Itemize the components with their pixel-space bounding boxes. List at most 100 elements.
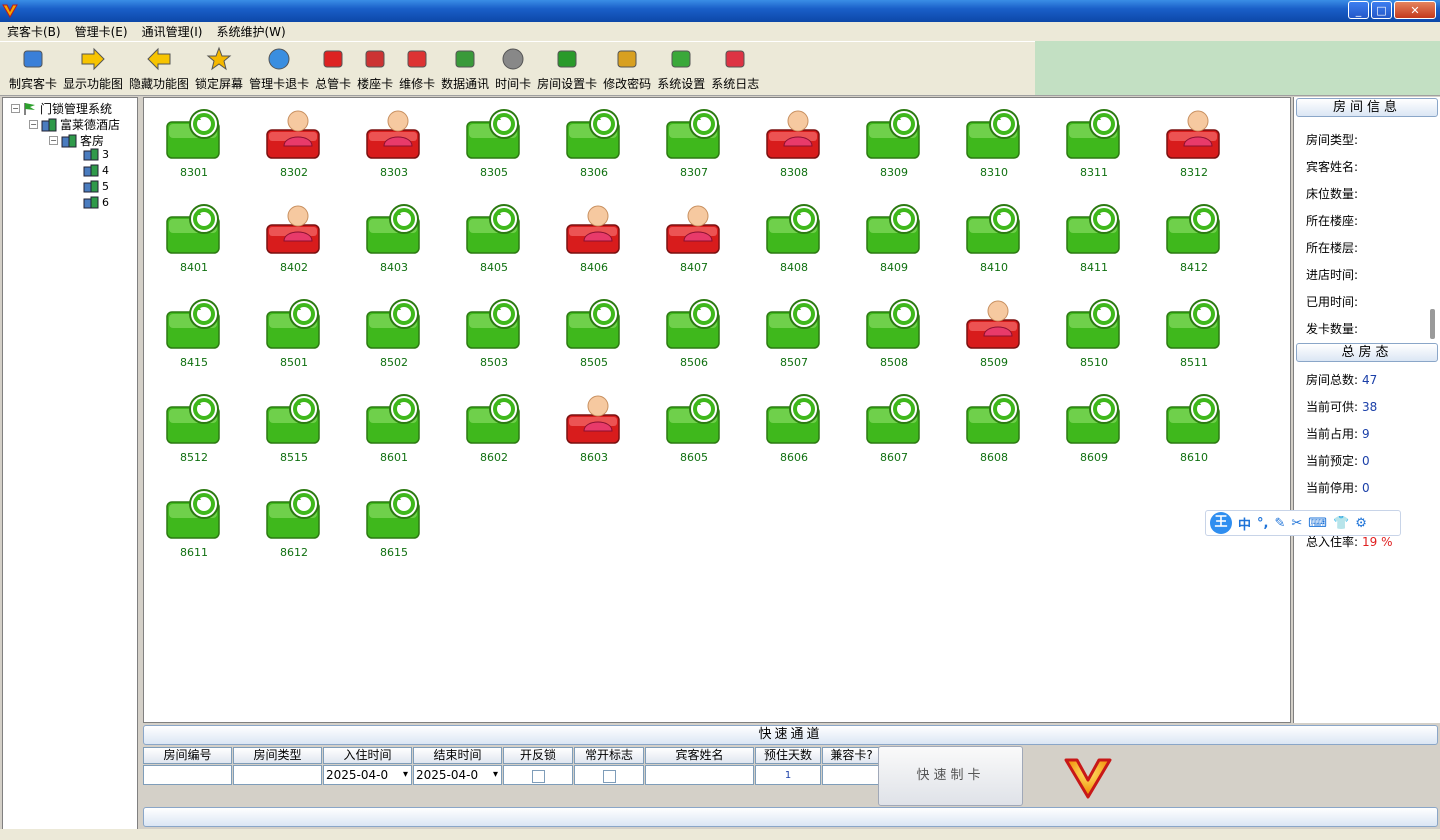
room-8515[interactable]: 8515 <box>244 389 344 469</box>
scissors-icon[interactable]: ✂ <box>1291 516 1302 531</box>
room-8511[interactable]: 8511 <box>1144 294 1244 374</box>
room-8407[interactable]: 8407 <box>644 199 744 279</box>
room-8601[interactable]: 8601 <box>344 389 444 469</box>
menu-management-card[interactable]: 管理卡(E) <box>68 23 135 40</box>
room-8610[interactable]: 8610 <box>1144 389 1244 469</box>
toolbar-button-3[interactable]: 锁定屏幕 <box>192 46 246 95</box>
room-8501[interactable]: 8501 <box>244 294 344 374</box>
collapse-icon[interactable]: − <box>29 120 38 129</box>
toolbar-button-0[interactable]: 制宾客卡 <box>6 46 60 95</box>
toolbar-button-7[interactable]: 维修卡 <box>396 46 438 95</box>
room-8509[interactable]: 8509 <box>944 294 1044 374</box>
pen-icon[interactable]: ✎ <box>1274 516 1285 531</box>
room-8412[interactable]: 8412 <box>1144 199 1244 279</box>
room-8605[interactable]: 8605 <box>644 389 744 469</box>
settings-gear-icon[interactable]: ⚙ <box>1355 516 1367 531</box>
stay-days-field[interactable]: 1 <box>755 765 821 785</box>
tree-floor-4[interactable]: 4 <box>83 164 109 177</box>
tree-hotel[interactable]: − 富莱德酒店 <box>29 116 120 133</box>
guest-name-field[interactable] <box>645 765 754 785</box>
room-8502[interactable]: 8502 <box>344 294 444 374</box>
room-8406[interactable]: 8406 <box>544 199 644 279</box>
room-8312[interactable]: 8312 <box>1144 104 1244 184</box>
room-8503[interactable]: 8503 <box>444 294 544 374</box>
ime-toolbar[interactable]: 王 中 °, ✎ ✂ ⌨ 👕 ⚙ <box>1205 510 1401 536</box>
room-8301[interactable]: 8301 <box>144 104 244 184</box>
skin-icon[interactable]: 👕 <box>1333 516 1349 531</box>
toolbar-button-13[interactable]: 系统日志 <box>708 46 762 95</box>
menu-guest-card[interactable]: 宾客卡(B) <box>0 23 68 40</box>
deadbolt-checkbox[interactable] <box>531 770 545 783</box>
punctuation-icon[interactable]: °, <box>1257 516 1268 531</box>
room-8512[interactable]: 8512 <box>144 389 244 469</box>
room-8615[interactable]: 8615 <box>344 484 444 564</box>
toolbar-button-4[interactable]: 管理卡退卡 <box>246 46 312 95</box>
room-8603[interactable]: 8603 <box>544 389 644 469</box>
room-8602[interactable]: 8602 <box>444 389 544 469</box>
close-button[interactable]: ✕ <box>1394 1 1436 19</box>
toolbar-button-10[interactable]: 房间设置卡 <box>534 46 600 95</box>
room-8411[interactable]: 8411 <box>1044 199 1144 279</box>
room-8309[interactable]: 8309 <box>844 104 944 184</box>
room-8608[interactable]: 8608 <box>944 389 1044 469</box>
tree-floor-3[interactable]: 3 <box>83 148 109 161</box>
room-8305[interactable]: 8305 <box>444 104 544 184</box>
room-8409[interactable]: 8409 <box>844 199 944 279</box>
deadbolt-cell[interactable] <box>503 765 573 785</box>
room-8405[interactable]: 8405 <box>444 199 544 279</box>
keyboard-icon[interactable]: ⌨ <box>1308 516 1327 531</box>
room-number-field[interactable] <box>143 765 232 785</box>
room-8410[interactable]: 8410 <box>944 199 1044 279</box>
toolbar-button-1[interactable]: 显示功能图 <box>60 46 126 95</box>
panel-scrollbar[interactable] <box>1430 309 1435 339</box>
toolbar-button-5[interactable]: 总管卡 <box>312 46 354 95</box>
room-8401[interactable]: 8401 <box>144 199 244 279</box>
room-8307[interactable]: 8307 <box>644 104 744 184</box>
room-8308[interactable]: 8308 <box>744 104 844 184</box>
room-8402[interactable]: 8402 <box>244 199 344 279</box>
tree-floor-5[interactable]: 5 <box>83 180 109 193</box>
menu-system-maintenance[interactable]: 系统维护(W) <box>209 23 292 40</box>
toolbar-button-12[interactable]: 系统设置 <box>654 46 708 95</box>
ime-mode-toggle[interactable]: 中 <box>1238 514 1251 533</box>
room-8408[interactable]: 8408 <box>744 199 844 279</box>
tree-floor-6[interactable]: 6 <box>83 196 109 209</box>
always-open-cell[interactable] <box>574 765 644 785</box>
room-8609[interactable]: 8609 <box>1044 389 1144 469</box>
checkout-date-picker[interactable]: 2025-04-0 <box>413 765 502 785</box>
room-8506[interactable]: 8506 <box>644 294 744 374</box>
room-type-field[interactable] <box>233 765 322 785</box>
room-8403[interactable]: 8403 <box>344 199 444 279</box>
collapse-icon[interactable]: − <box>11 104 20 113</box>
toolbar-button-8[interactable]: 数据通讯 <box>438 46 492 95</box>
tree-category[interactable]: − 客房 <box>49 132 104 149</box>
collapse-icon[interactable]: − <box>49 136 58 145</box>
room-8607[interactable]: 8607 <box>844 389 944 469</box>
quick-make-card-button[interactable]: 快速制卡 <box>878 746 1023 806</box>
compatible-card-field[interactable] <box>822 765 881 785</box>
room-8306[interactable]: 8306 <box>544 104 644 184</box>
toolbar-button-6[interactable]: 楼座卡 <box>354 46 396 95</box>
ime-logo[interactable]: 王 <box>1210 512 1232 534</box>
room-8505[interactable]: 8505 <box>544 294 644 374</box>
minimize-button[interactable]: _ <box>1348 1 1369 19</box>
room-8310[interactable]: 8310 <box>944 104 1044 184</box>
menu-communication[interactable]: 通讯管理(I) <box>135 23 210 40</box>
room-8612[interactable]: 8612 <box>244 484 344 564</box>
toolbar-button-11[interactable]: 修改密码 <box>600 46 654 95</box>
room-8311[interactable]: 8311 <box>1044 104 1144 184</box>
room-8611[interactable]: 8611 <box>144 484 244 564</box>
tree-root[interactable]: − 门锁管理系统 <box>11 100 112 117</box>
checkin-date-picker[interactable]: 2025-04-0 <box>323 765 412 785</box>
room-8606[interactable]: 8606 <box>744 389 844 469</box>
room-8508[interactable]: 8508 <box>844 294 944 374</box>
room-8302[interactable]: 8302 <box>244 104 344 184</box>
room-8303[interactable]: 8303 <box>344 104 444 184</box>
room-8507[interactable]: 8507 <box>744 294 844 374</box>
toolbar-button-2[interactable]: 隐藏功能图 <box>126 46 192 95</box>
toolbar-button-9[interactable]: 时间卡 <box>492 46 534 95</box>
always-open-checkbox[interactable] <box>602 770 616 783</box>
room-8415[interactable]: 8415 <box>144 294 244 374</box>
room-8510[interactable]: 8510 <box>1044 294 1144 374</box>
maximize-button[interactable]: □ <box>1371 1 1392 19</box>
